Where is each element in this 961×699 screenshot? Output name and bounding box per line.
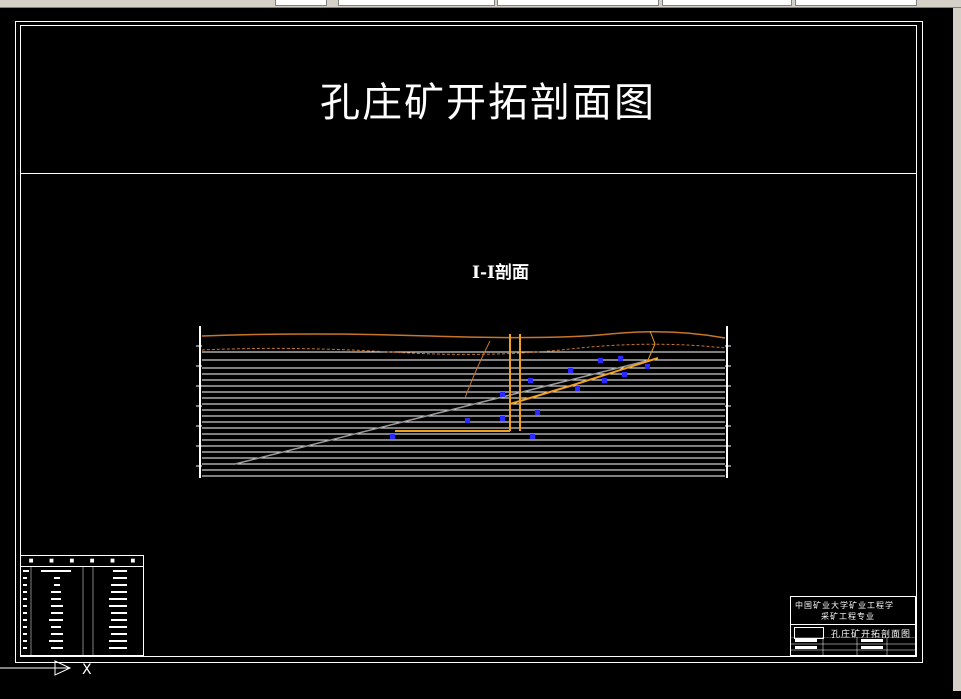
title-block-signature-grid [791, 637, 915, 655]
vertical-scrollbar[interactable] [953, 8, 961, 691]
toolbar-strip [0, 0, 961, 8]
coal-seam [234, 359, 651, 465]
toolbar-dropdown-2[interactable] [338, 0, 495, 6]
materials-list-header: ■ ■ ■ ■ ■ ■ [21, 556, 143, 567]
drawing-title: 孔庄矿开拓剖面图 [320, 80, 656, 126]
title-block-school: 中国矿业大学矿业工程学 [795, 601, 894, 610]
materials-list-rows [23, 567, 127, 655]
ucs-x-label: X [82, 662, 92, 678]
title-block-major: 采矿工程专业 [821, 612, 875, 621]
cross-section-drawing [196, 326, 731, 478]
title-block-divider [791, 624, 915, 625]
strata-lines [202, 351, 725, 477]
toolbar-dropdown-4[interactable] [662, 0, 792, 6]
toolbar-dropdown-3[interactable] [497, 0, 659, 6]
title-separator [20, 173, 916, 174]
ucs-icon: X [0, 660, 92, 678]
fault-curve [464, 340, 491, 399]
surface-adit [647, 330, 656, 361]
topsoil-surface [201, 331, 726, 339]
materials-list-table: ■ ■ ■ ■ ■ ■ [20, 555, 144, 656]
drawing-canvas[interactable]: 孔庄矿开拓剖面图 I-I剖面 ■ ■ ■ ■ ■ ■ 中国矿业大学矿业工程学 采… [0, 8, 953, 691]
title-block: 中国矿业大学矿业工程学 采矿工程专业 孔庄矿开拓剖面图 [790, 596, 916, 656]
section-title: I-I剖面 [472, 263, 529, 283]
toolbar-dropdown-5[interactable] [795, 0, 917, 6]
toolbar-dropdown-1[interactable] [275, 0, 327, 6]
topsoil-base [201, 343, 726, 355]
